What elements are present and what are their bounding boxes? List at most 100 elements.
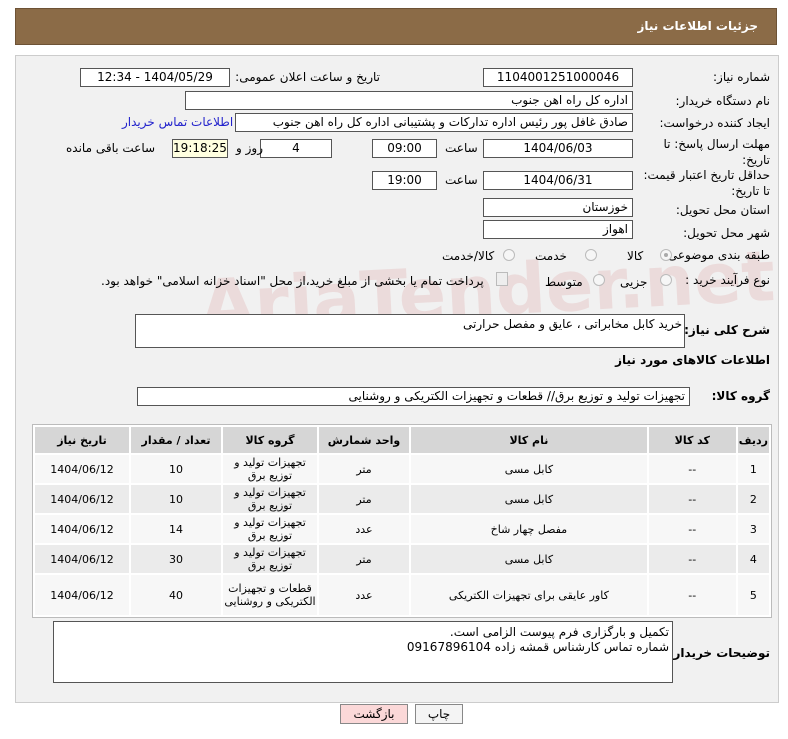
notes-line-1: تکمیل و بارگزاری فرم پیوست الزامی است. bbox=[449, 625, 669, 639]
payment-note: پرداخت تمام یا بخشی از مبلغ خرید،از محل … bbox=[101, 274, 484, 288]
province-field[interactable]: خوزستان bbox=[483, 198, 633, 217]
deadline-label: مهلت ارسال پاسخ: تا تاریخ: bbox=[663, 137, 770, 167]
table-row: 4 -- کابل مسی متر تجهیزات تولید و توزیع برق 3… bbox=[35, 545, 769, 573]
remaining-label: ساعت باقی مانده bbox=[66, 141, 156, 155]
col-unit: واحد شمارش bbox=[319, 427, 409, 453]
contact-buyer-link[interactable]: اطلاعات تماس خریدار bbox=[122, 115, 233, 129]
process-radio-medium[interactable] bbox=[593, 274, 605, 286]
cell-row: 3 bbox=[737, 515, 769, 543]
cell-name: کاور عایقی برای تجهیزات الکتریکی bbox=[411, 575, 647, 615]
cell-date: 1404/06/12 bbox=[35, 515, 129, 543]
notes-line-2: شماره تماس کارشناس قمشه زاده 09167896104 bbox=[406, 640, 669, 654]
cell-qty: 30 bbox=[131, 545, 221, 573]
col-group: گروه کالا bbox=[223, 427, 317, 453]
process-label: نوع فرآیند خرید : bbox=[685, 273, 770, 287]
cell-qty: 10 bbox=[131, 455, 221, 483]
remaining-time-field: 19:18:25 bbox=[172, 139, 228, 158]
cell-name: مفصل چهار شاخ bbox=[411, 515, 647, 543]
cell-date: 1404/06/12 bbox=[35, 455, 129, 483]
category-option-service: خدمت bbox=[535, 249, 567, 263]
category-option-goods: کالا bbox=[627, 249, 644, 263]
cell-qty: 10 bbox=[131, 485, 221, 513]
cell-unit: عدد bbox=[319, 575, 409, 615]
description-textarea[interactable]: خرید کابل مخابراتی ، عایق و مفصل حرارتی bbox=[135, 314, 685, 348]
days-label: روز و bbox=[236, 141, 263, 155]
cell-row: 2 bbox=[737, 485, 769, 513]
announce-field[interactable]: 1404/05/29 - 12:34 bbox=[80, 68, 230, 87]
table-row: 3 -- مفصل چهار شاخ عدد تجهیزات تولید و توزیع… bbox=[35, 515, 769, 543]
validity-time-field[interactable]: 19:00 bbox=[372, 171, 437, 190]
cell-name: کابل مسی bbox=[411, 455, 647, 483]
notes-textarea[interactable]: تکمیل و بارگزاری فرم پیوست الزامی است. ش… bbox=[53, 621, 673, 683]
need-number-field[interactable]: 1104001251000046 bbox=[483, 68, 633, 87]
goods-section-title: اطلاعات کالاهای مورد نیاز bbox=[615, 353, 770, 367]
col-name: نام کالا bbox=[411, 427, 647, 453]
cell-group: قطعات و تجهیزات الکتریکی و روشنایی bbox=[223, 575, 317, 615]
deadline-time-label: ساعت bbox=[445, 141, 478, 155]
cell-group: تجهیزات تولید و توزیع برق bbox=[223, 545, 317, 573]
treasury-checkbox[interactable] bbox=[496, 272, 508, 286]
deadline-date-field[interactable]: 1404/06/03 bbox=[483, 139, 633, 158]
table-row: 2 -- کابل مسی متر تجهیزات تولید و توزیع برق 1… bbox=[35, 485, 769, 513]
announce-label: تاریخ و ساعت اعلان عمومی: bbox=[235, 70, 380, 84]
days-field[interactable]: 4 bbox=[260, 139, 332, 158]
table-row: 1 -- کابل مسی متر تجهیزات تولید و توزیع برق 1… bbox=[35, 455, 769, 483]
col-code: کد کالا bbox=[648, 427, 736, 453]
buyer-org-field[interactable]: اداره کل راه اهن جنوب bbox=[185, 91, 633, 110]
cell-code: -- bbox=[648, 485, 736, 513]
goods-group-field[interactable]: تجهیزات تولید و توزیع برق// قطعات و تجهی… bbox=[137, 387, 690, 406]
cell-qty: 14 bbox=[131, 515, 221, 543]
description-label: شرح کلی نیاز: bbox=[684, 323, 770, 337]
cell-group: تجهیزات تولید و توزیع برق bbox=[223, 455, 317, 483]
validity-label: حداقل تاریخ اعتبار قیمت: تا تاریخ: bbox=[643, 168, 770, 198]
cell-qty: 40 bbox=[131, 575, 221, 615]
process-option-minor: جزیی bbox=[620, 275, 648, 289]
col-date: تاریخ نیاز bbox=[35, 427, 129, 453]
need-number-label: شماره نیاز: bbox=[713, 70, 770, 84]
print-button[interactable]: چاپ bbox=[415, 704, 463, 724]
category-radio-service[interactable] bbox=[585, 249, 597, 261]
city-label: شهر محل تحویل: bbox=[683, 226, 770, 240]
cell-unit: عدد bbox=[319, 515, 409, 543]
page-title: جزئیات اطلاعات نیاز bbox=[637, 19, 758, 33]
process-radio-minor[interactable] bbox=[660, 274, 672, 286]
table-header-row: ردیف کد کالا نام کالا واحد شمارش گروه کا… bbox=[35, 427, 769, 453]
buyer-org-label: نام دستگاه خریدار: bbox=[675, 94, 771, 108]
category-label: طبقه بندی موضوعی: bbox=[663, 248, 770, 262]
cell-code: -- bbox=[648, 455, 736, 483]
cell-group: تجهیزات تولید و توزیع برق bbox=[223, 515, 317, 543]
cell-date: 1404/06/12 bbox=[35, 485, 129, 513]
cell-row: 1 bbox=[737, 455, 769, 483]
creator-field[interactable]: صادق غافل پور رئیس اداره تدارکات و پشتیب… bbox=[235, 113, 633, 132]
cell-unit: متر bbox=[319, 485, 409, 513]
process-option-medium: متوسط bbox=[545, 275, 583, 289]
cell-code: -- bbox=[648, 515, 736, 543]
cell-unit: متر bbox=[319, 545, 409, 573]
creator-label: ایجاد کننده درخواست: bbox=[659, 116, 770, 130]
table-row: 5 -- کاور عایقی برای تجهیزات الکتریکی عدد قط… bbox=[35, 575, 769, 615]
category-radio-both[interactable] bbox=[503, 249, 515, 261]
category-radio-goods[interactable] bbox=[660, 249, 672, 261]
cell-date: 1404/06/12 bbox=[35, 575, 129, 615]
cell-name: کابل مسی bbox=[411, 545, 647, 573]
cell-unit: متر bbox=[319, 455, 409, 483]
category-option-both: کالا/خدمت bbox=[442, 249, 495, 263]
cell-code: -- bbox=[648, 545, 736, 573]
cell-name: کابل مسی bbox=[411, 485, 647, 513]
cell-date: 1404/06/12 bbox=[35, 545, 129, 573]
cell-group: تجهیزات تولید و توزیع برق bbox=[223, 485, 317, 513]
page-header: جزئیات اطلاعات نیاز bbox=[15, 8, 777, 45]
cell-code: -- bbox=[648, 575, 736, 615]
col-qty: تعداد / مقدار bbox=[131, 427, 221, 453]
validity-date-field[interactable]: 1404/06/31 bbox=[483, 171, 633, 190]
back-button[interactable]: بازگشت bbox=[340, 704, 408, 724]
city-field[interactable]: اهواز bbox=[483, 220, 633, 239]
cell-row: 5 bbox=[737, 575, 769, 615]
validity-time-label: ساعت bbox=[445, 173, 478, 187]
province-label: استان محل تحویل: bbox=[675, 203, 770, 217]
cell-row: 4 bbox=[737, 545, 769, 573]
deadline-time-field[interactable]: 09:00 bbox=[372, 139, 437, 158]
goods-group-label: گروه کالا: bbox=[711, 389, 770, 403]
col-row: ردیف bbox=[737, 427, 769, 453]
notes-label: توضیحات خریدار: bbox=[668, 646, 770, 660]
